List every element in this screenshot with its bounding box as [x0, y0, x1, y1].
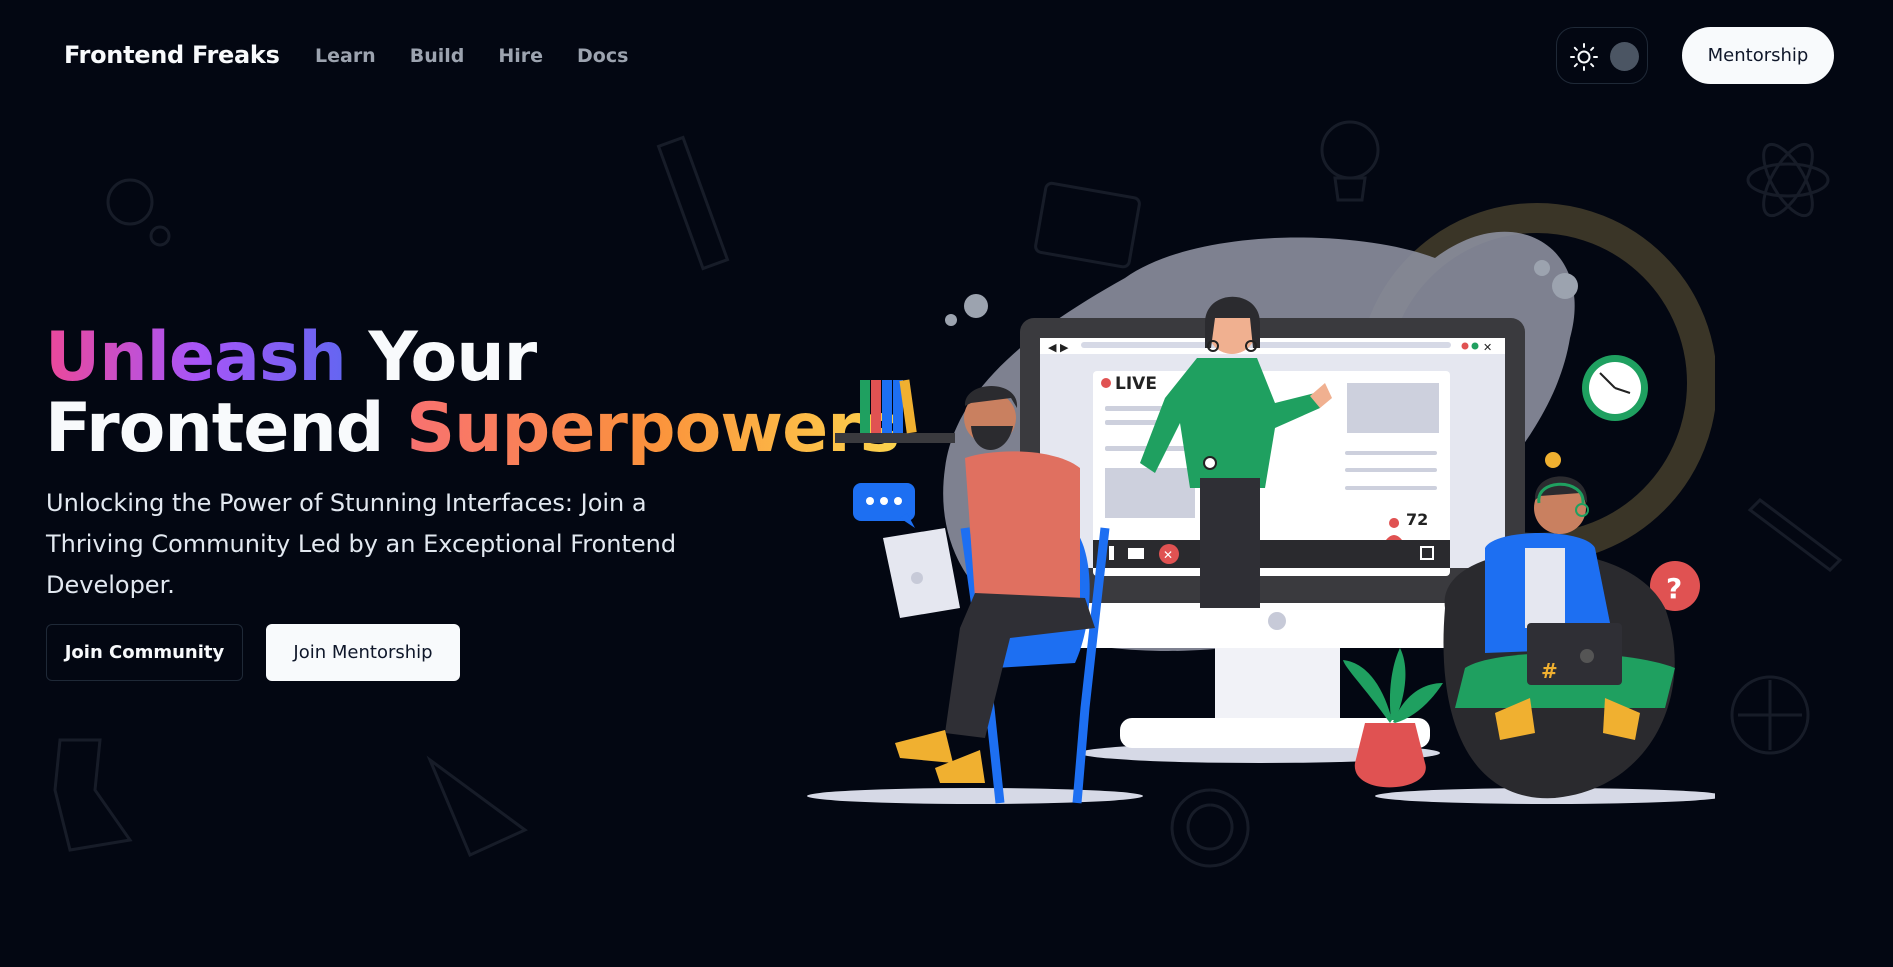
join-mentorship-button[interactable]: Join Mentorship — [266, 624, 460, 681]
theme-toggle[interactable] — [1556, 27, 1648, 84]
hashtag-label: # — [1541, 659, 1558, 683]
title-accent-unleash: Unleash — [45, 318, 347, 397]
sun-icon — [1570, 43, 1598, 71]
hero-illustration: ◀ ▶ ✕ LIVE 72 ✕ ? # — [807, 203, 1715, 804]
nav-hire[interactable]: Hire — [498, 45, 543, 67]
bookshelf — [835, 379, 955, 443]
question-mark: ? — [1666, 572, 1682, 605]
svg-text:✕: ✕ — [1163, 548, 1173, 562]
nav-docs[interactable]: Docs — [577, 45, 628, 67]
toggle-knob — [1610, 42, 1639, 71]
site-logo[interactable]: Frontend Freaks — [64, 41, 280, 69]
svg-text:◀ ▶: ◀ ▶ — [1048, 341, 1069, 354]
viewer-count: 72 — [1406, 510, 1428, 529]
hero-subtitle: Unlocking the Power of Stunning Interfac… — [46, 489, 677, 599]
title-frontend: Frontend — [45, 389, 384, 468]
top-navbar: Frontend Freaks Learn Build Hire Docs Me… — [0, 0, 1893, 112]
potted-plant — [1343, 648, 1443, 788]
hero-title: Unleash Your Frontend Superpowers — [45, 322, 900, 464]
clock-icon — [1582, 355, 1648, 421]
svg-text:✕: ✕ — [1483, 341, 1492, 354]
mentorship-button[interactable]: Mentorship — [1682, 27, 1834, 84]
nav-build[interactable]: Build — [410, 45, 465, 67]
title-your: Your — [368, 318, 538, 397]
live-label: LIVE — [1115, 374, 1157, 394]
chat-bubble-icon — [853, 483, 915, 528]
join-community-button[interactable]: Join Community — [46, 624, 243, 681]
nav-learn[interactable]: Learn — [315, 45, 376, 67]
main-nav: Learn Build Hire Docs — [315, 45, 628, 67]
